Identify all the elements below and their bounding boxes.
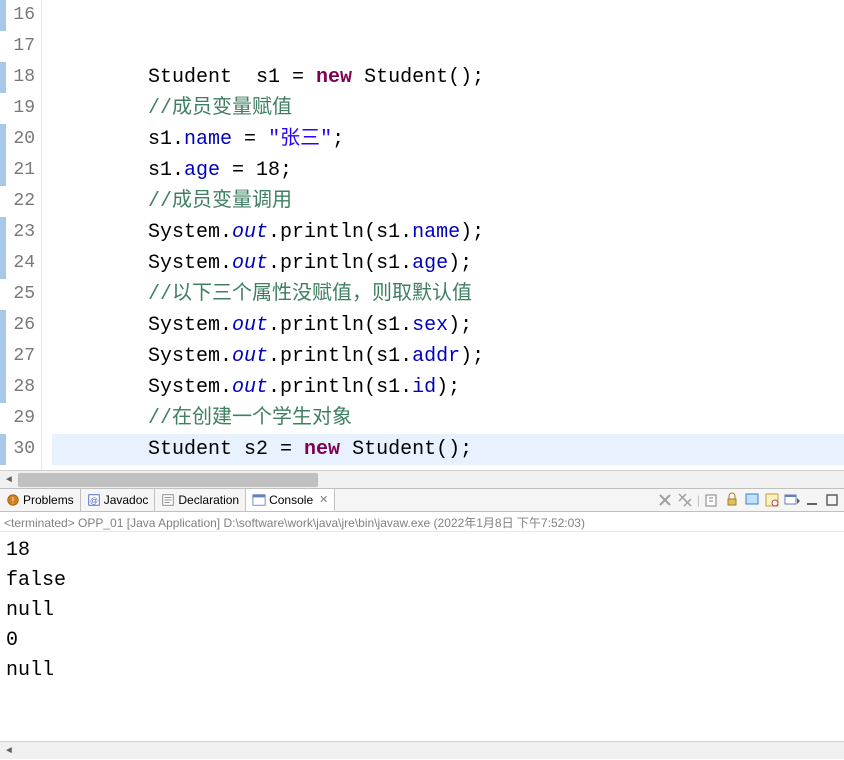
tab-declaration-label: Declaration [178,493,239,507]
line-number: 24 [0,248,41,279]
editor-scrollbar[interactable]: ◄ [0,470,844,488]
line-number: 17 [0,31,41,62]
tab-problems-label: Problems [23,493,74,507]
line-number: 23 [0,217,41,248]
scroll-left-arrow[interactable]: ◄ [0,742,18,760]
code-line[interactable]: System.out.println(s1.age); [52,248,844,279]
pin-console-icon[interactable] [744,492,760,508]
code-line[interactable]: //以下三个属性没赋值，则取默认值 [52,279,844,310]
tab-javadoc-label: Javadoc [104,493,149,507]
tab-console[interactable]: Console ✕ [246,489,335,511]
line-number: 26 [0,310,41,341]
tab-declaration[interactable]: Declaration [155,489,246,511]
scroll-lock-icon[interactable] [724,492,740,508]
line-number: 16 [0,0,41,31]
line-number: 20 [0,124,41,155]
line-number: 28 [0,372,41,403]
code-editor[interactable]: 161718192021222324252627282930 Student s… [0,0,844,470]
code-line[interactable]: //成员变量调用 [52,186,844,217]
code-line[interactable] [52,0,844,31]
close-icon[interactable]: ✕ [319,493,328,506]
views-tab-bar: ! Problems @ Javadoc Declaration Console… [0,488,844,512]
line-number: 25 [0,279,41,310]
code-line[interactable]: System.out.println(s1.sex); [52,310,844,341]
declaration-icon [161,493,175,507]
line-number: 27 [0,341,41,372]
code-line[interactable]: System.out.println(s1.addr); [52,341,844,372]
line-number: 19 [0,93,41,124]
line-number: 21 [0,155,41,186]
code-line[interactable]: Student s1 = new Student(); [52,62,844,93]
line-number: 30 [0,434,41,465]
open-console-icon[interactable] [784,492,800,508]
code-line[interactable]: Student s2 = new Student(); [52,434,844,465]
maximize-icon[interactable] [824,492,840,508]
tab-console-label: Console [269,493,313,507]
tab-javadoc[interactable]: @ Javadoc [81,489,156,511]
code-line[interactable]: s1.age = 18; [52,155,844,186]
code-line[interactable]: s1.name = "张三"; [52,124,844,155]
console-status: <terminated> OPP_01 [Java Application] D… [0,512,844,532]
scroll-left-arrow[interactable]: ◄ [0,471,18,489]
line-number: 22 [0,186,41,217]
code-line[interactable]: System.out.println(s1.id); [52,372,844,403]
code-content[interactable]: Student s1 = new Student(); //成员变量赋值 s1.… [42,0,844,470]
tab-problems[interactable]: ! Problems [0,489,81,511]
line-number: 18 [0,62,41,93]
console-scrollbar[interactable]: ◄ [0,741,844,759]
problems-icon: ! [6,493,20,507]
minimize-icon[interactable] [804,492,820,508]
code-line[interactable]: //成员变量赋值 [52,93,844,124]
line-number: 29 [0,403,41,434]
clear-console-icon[interactable] [704,492,720,508]
console-icon [252,493,266,507]
remove-launch-icon[interactable] [657,492,673,508]
console-output[interactable]: 18 false null 0 null [0,532,844,690]
svg-text:@: @ [90,497,98,506]
console-toolbar: | [657,492,840,508]
code-line[interactable]: //在创建一个学生对象 [52,403,844,434]
javadoc-icon: @ [87,493,101,507]
line-number-gutter: 161718192021222324252627282930 [0,0,42,470]
svg-text:!: ! [12,496,14,506]
code-line[interactable] [52,31,844,62]
scrollbar-thumb[interactable] [18,473,318,487]
remove-all-icon[interactable] [677,492,693,508]
display-selected-icon[interactable] [764,492,780,508]
code-line[interactable]: System.out.println(s1.name); [52,217,844,248]
